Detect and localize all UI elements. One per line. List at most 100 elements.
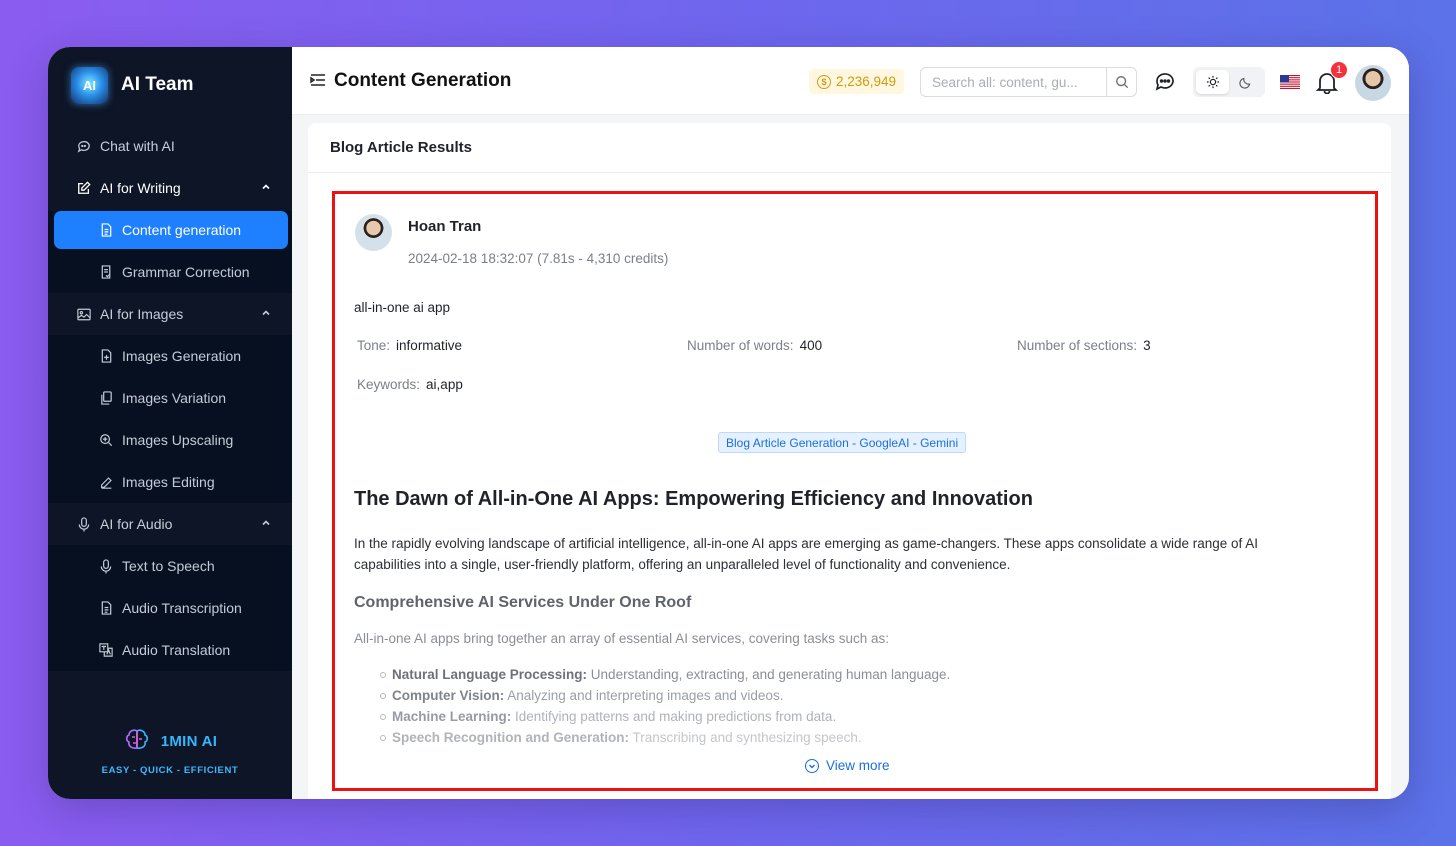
- search-input[interactable]: [921, 68, 1106, 96]
- brand-name: AI Team: [121, 74, 194, 95]
- sidebar-item-label: Audio Translation: [122, 642, 231, 658]
- coin-icon: $: [817, 74, 831, 89]
- list-item: Speech Recognition and Generation: Trans…: [380, 727, 1314, 748]
- document-icon: [98, 222, 114, 238]
- us-flag-icon[interactable]: [1280, 75, 1300, 89]
- sidebar-group-images[interactable]: AI for Images: [48, 293, 292, 335]
- chevron-up-icon: [262, 184, 270, 190]
- top-bar: Content Generation $ 2,236,949 Search al…: [292, 47, 1409, 115]
- chevron-up-icon: [262, 310, 270, 316]
- sidebar-group-label: AI for Images: [100, 306, 184, 322]
- sidebar-item-images-upscaling[interactable]: Images Upscaling: [48, 419, 292, 461]
- sidebar-item-label: Text to Speech: [122, 558, 215, 574]
- chevron-down-icon: [805, 758, 819, 773]
- search-button[interactable]: [1106, 68, 1136, 96]
- param-label: Number of words:: [687, 338, 794, 353]
- chevron-up-icon: [262, 520, 270, 526]
- sidebar-group-audio[interactable]: AI for Audio: [48, 503, 292, 545]
- article-paragraph: All-in-one AI apps bring together an arr…: [354, 631, 890, 646]
- edit-icon: [76, 180, 92, 196]
- list-item: Computer Vision: Analyzing and interpret…: [380, 685, 1314, 706]
- sidebar: AI AI Team Chat with AI AI for Writing C…: [48, 47, 292, 799]
- chat-icon[interactable]: [1153, 70, 1177, 94]
- sidebar-item-content-generation[interactable]: Content generation: [54, 211, 288, 249]
- microphone-icon: [98, 558, 114, 574]
- document-check-icon: [98, 264, 114, 280]
- brand-logo-text: AI: [83, 77, 96, 93]
- zoom-in-icon: [98, 432, 114, 448]
- document-icon: [98, 600, 114, 616]
- sidebar-group-writing[interactable]: AI for Writing: [48, 167, 292, 209]
- result-item: Hoan Tran 2024-02-18 18:32:07 (7.81s - 4…: [332, 191, 1378, 791]
- user-avatar[interactable]: [1355, 65, 1391, 101]
- card-title: Blog Article Results: [308, 123, 1391, 173]
- param-words: Number of words: 400: [687, 338, 822, 353]
- sidebar-nav: Chat with AI AI for Writing Content gene…: [48, 125, 292, 671]
- sidebar-item-label: Audio Transcription: [122, 600, 242, 616]
- sidebar-item-chat[interactable]: Chat with AI: [48, 125, 292, 167]
- translate-icon: [98, 642, 114, 658]
- document-plus-icon: [98, 348, 114, 364]
- sidebar-group-label: AI for Writing: [100, 180, 181, 196]
- copy-icon: [98, 390, 114, 406]
- article-list: Natural Language Processing: Understandi…: [354, 664, 1314, 748]
- param-tone: Tone: informative: [357, 338, 462, 353]
- search-icon: [1115, 76, 1128, 89]
- sidebar-item-text-to-speech[interactable]: Text to Speech: [48, 545, 292, 587]
- param-label: Number of sections:: [1017, 338, 1138, 353]
- sidebar-item-images-generation[interactable]: Images Generation: [48, 335, 292, 377]
- param-label: Tone:: [357, 338, 391, 353]
- pen-icon: [98, 474, 114, 490]
- sidebar-item-label: Images Generation: [122, 348, 242, 364]
- light-mode-button[interactable]: [1196, 70, 1229, 94]
- article-intro: In the rapidly evolving landscape of art…: [354, 536, 1259, 572]
- list-item: Natural Language Processing: Understandi…: [380, 664, 1314, 685]
- credits-badge[interactable]: $ 2,236,949: [809, 69, 905, 94]
- result-meta: 2024-02-18 18:32:07 (7.81s - 4,310 credi…: [408, 251, 669, 266]
- notification-badge: 1: [1330, 61, 1348, 79]
- chat-bubble-icon: [76, 138, 92, 154]
- sidebar-item-grammar-correction[interactable]: Grammar Correction: [48, 251, 292, 293]
- article-content: The Dawn of All-in-One AI Apps: Empoweri…: [354, 488, 1314, 748]
- brand[interactable]: AI AI Team: [71, 66, 194, 104]
- param-keywords: Keywords: ai,app: [357, 377, 463, 392]
- results-card: Blog Article Results Hoan Tran 2024-02-1…: [308, 123, 1391, 799]
- model-tag: Blog Article Generation - GoogleAI - Gem…: [718, 432, 967, 453]
- param-sections: Number of sections: 3: [1017, 338, 1151, 353]
- param-label: Keywords:: [357, 377, 421, 392]
- sidebar-item-label: Content generation: [122, 222, 242, 238]
- sidebar-item-label: Images Upscaling: [122, 432, 234, 448]
- article-heading: The Dawn of All-in-One AI Apps: Empoweri…: [354, 488, 1033, 510]
- sidebar-group-label: AI for Audio: [100, 516, 173, 532]
- image-icon: [76, 306, 92, 322]
- search-box: [920, 67, 1137, 97]
- sidebar-item-label: Chat with AI: [100, 138, 175, 154]
- dark-mode-button[interactable]: [1229, 70, 1262, 94]
- app-window: AI AI Team Chat with AI AI for Writing C…: [48, 47, 1409, 799]
- param-value: 400: [799, 338, 823, 353]
- submenu-audio: Text to Speech Audio Transcription Audio…: [48, 545, 292, 671]
- sidebar-item-audio-transcription[interactable]: Audio Transcription: [48, 587, 292, 629]
- footer-tagline: EASY - QUICK - EFFICIENT: [101, 765, 239, 776]
- view-more-button[interactable]: View more: [805, 758, 890, 773]
- sidebar-item-images-editing[interactable]: Images Editing: [48, 461, 292, 503]
- sidebar-item-images-variation[interactable]: Images Variation: [48, 377, 292, 419]
- submenu-writing: Content generation Grammar Correction: [48, 211, 292, 293]
- brand-logo-icon: AI: [71, 66, 108, 104]
- sidebar-item-audio-translation[interactable]: Audio Translation: [48, 629, 292, 671]
- list-item: Machine Learning: Identifying patterns a…: [380, 706, 1314, 727]
- author-avatar: [355, 214, 392, 251]
- footer-brand-name: 1MIN AI: [160, 732, 218, 750]
- microphone-icon: [76, 516, 92, 532]
- view-more-label: View more: [826, 758, 890, 773]
- sun-icon: [1206, 75, 1219, 89]
- article-subheading: Comprehensive AI Services Under One Roof: [354, 594, 692, 611]
- brain-logo-icon: [125, 729, 148, 749]
- credits-value: 2,236,949: [836, 74, 897, 89]
- author-name: Hoan Tran: [408, 218, 482, 235]
- sidebar-item-label: Grammar Correction: [122, 264, 250, 280]
- prompt-text: all-in-one ai app: [354, 300, 451, 315]
- sidebar-footer: 1MIN AI EASY - QUICK - EFFICIENT: [48, 727, 292, 776]
- menu-collapse-icon[interactable]: [310, 72, 326, 88]
- page-title: Content Generation: [334, 70, 512, 91]
